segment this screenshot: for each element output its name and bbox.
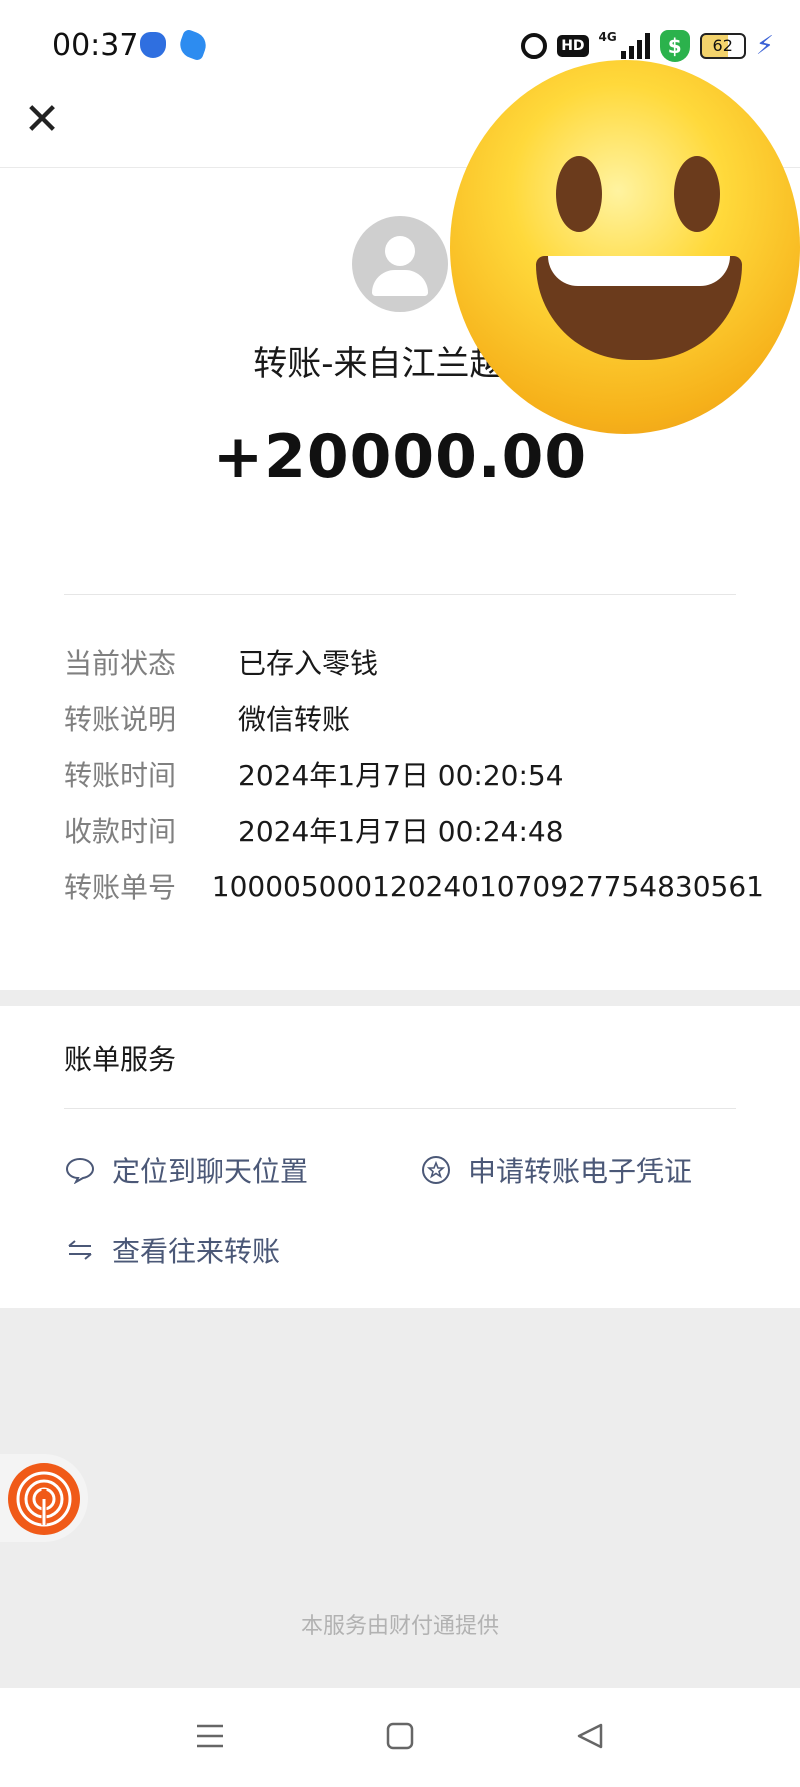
smiley-emoji-sticker: [450, 60, 800, 434]
charging-icon: ⚡: [755, 31, 774, 61]
detail-label: 转账单号: [64, 871, 177, 904]
browser-icon: [176, 28, 210, 62]
detail-value: 2024年1月7日 00:24:48: [238, 815, 564, 848]
security-shield-icon: $: [659, 30, 690, 62]
back-triangle-icon[interactable]: [570, 1716, 610, 1756]
detail-value: 微信转账: [238, 703, 351, 736]
detail-label: 转账说明: [64, 703, 177, 736]
detail-label: 收款时间: [64, 815, 177, 848]
swap-arrows-icon: [64, 1234, 96, 1266]
chat-bubble-icon: [64, 1154, 96, 1186]
star-badge-icon: [420, 1154, 452, 1186]
system-nav-bar: [0, 1688, 800, 1787]
home-square-icon[interactable]: [380, 1716, 420, 1756]
detail-row-receive-time: 收款时间 2024年1月7日 00:24:48: [64, 810, 764, 850]
services-title: 账单服务: [64, 1043, 177, 1076]
signal-icon: [620, 33, 650, 59]
divider: [64, 1108, 736, 1109]
detail-row-note: 转账说明 微信转账: [64, 698, 764, 738]
avatar: [352, 216, 448, 312]
locate-chat-button[interactable]: 定位到聊天位置: [64, 1150, 308, 1190]
status-app-icons: [140, 28, 210, 62]
detail-row-transfer-time: 转账时间 2024年1月7日 00:20:54: [64, 754, 764, 794]
emoji-mouth: [536, 256, 742, 360]
detail-row-status: 当前状态 已存入零钱: [64, 642, 764, 682]
divider: [64, 594, 736, 595]
network-type: 4G: [598, 30, 617, 44]
baidu-icon: [140, 32, 166, 58]
close-icon[interactable]: ✕: [22, 98, 62, 142]
detail-value: 已存入零钱: [238, 647, 379, 680]
emoji-right-eye: [674, 156, 720, 232]
hd-icon: HD: [557, 35, 589, 57]
detail-label: 当前状态: [64, 647, 177, 680]
apply-voucher-button[interactable]: 申请转账电子凭证: [420, 1150, 692, 1190]
detail-row-transaction-id: 转账单号 1000050001202401070927754830561: [64, 866, 764, 906]
maze-icon: [8, 1463, 80, 1535]
emoji-left-eye: [556, 156, 602, 232]
floating-widget[interactable]: [0, 1454, 88, 1542]
provider-note: 本服务由财付通提供: [300, 1614, 499, 1639]
detail-value: 1000050001202401070927754830561: [211, 869, 764, 903]
service-label: 查看往来转账: [112, 1235, 281, 1268]
transfer-amount: +20000.00: [212, 422, 588, 492]
status-indicators: HD 4G $ 62 ⚡: [521, 30, 774, 62]
detail-value: 2024年1月7日 00:20:54: [238, 759, 564, 792]
service-label: 定位到聊天位置: [112, 1155, 309, 1188]
menu-icon[interactable]: [190, 1716, 230, 1756]
battery-icon: 62: [699, 33, 746, 59]
alarm-icon: [521, 33, 548, 59]
service-label: 申请转账电子凭证: [468, 1155, 693, 1188]
status-time: 00:37: [52, 28, 139, 63]
bill-services-card: 账单服务 定位到聊天位置 申请转账电子凭证 查看往来转账: [0, 1006, 800, 1308]
detail-label: 转账时间: [64, 759, 177, 792]
view-transfers-button[interactable]: 查看往来转账: [64, 1230, 280, 1270]
